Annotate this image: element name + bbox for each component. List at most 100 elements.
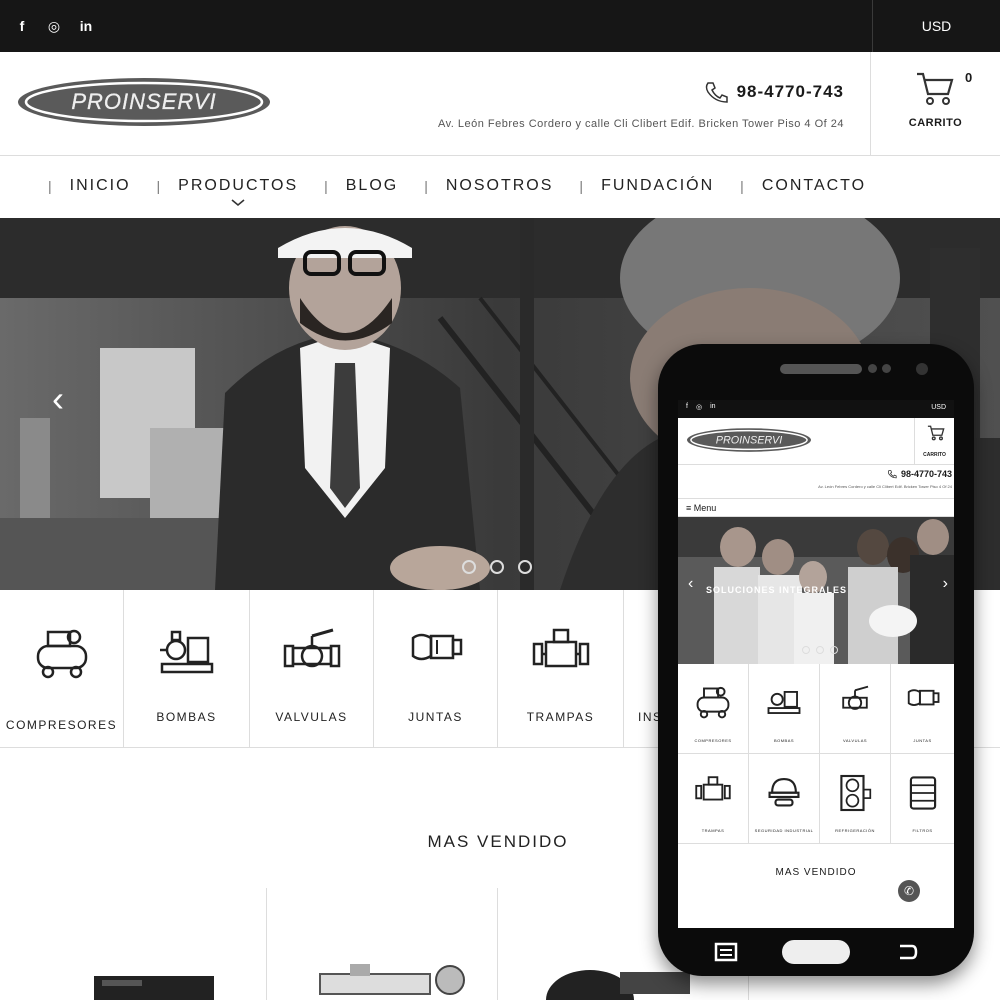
valve-icon: [842, 685, 869, 710]
category-trampas[interactable]: TRAMPAS: [498, 590, 624, 748]
mobile-category-filtros[interactable]: FILTROS: [891, 754, 954, 844]
logo-text: PROINSERVI: [71, 89, 216, 114]
compressor-icon: [36, 629, 87, 679]
category-compresores[interactable]: COMPRESORES: [0, 590, 124, 748]
nav-separator: |: [156, 178, 163, 194]
hero-dot[interactable]: [830, 646, 838, 654]
category-label[interactable]: TRAMPAS: [498, 710, 623, 724]
cart-icon: [927, 425, 945, 441]
mobile-cart-button[interactable]: CARRITO: [914, 418, 954, 465]
category-juntas[interactable]: JUNTAS: [374, 590, 498, 748]
product-image[interactable]: [92, 972, 216, 1000]
phone-number[interactable]: 98-4770-743: [703, 80, 844, 104]
mobile-category-label[interactable]: SEGURIDAD INDUSTRIAL: [749, 828, 819, 833]
instagram-icon[interactable]: ◎: [696, 403, 702, 411]
nav-item-fundacion[interactable]: | FUNDACIÓN: [573, 177, 734, 195]
category-label[interactable]: VALVULAS: [250, 710, 373, 724]
mobile-currency[interactable]: USD: [931, 404, 946, 411]
mobile-category-juntas[interactable]: JUNTAS: [891, 664, 954, 754]
mobile-category-seguridad[interactable]: SEGURIDAD INDUSTRIAL: [749, 754, 820, 844]
nav-item-contacto[interactable]: | CONTACTO: [734, 177, 886, 195]
phone-text[interactable]: 98-4770-743: [737, 82, 844, 102]
nav-item-blog[interactable]: | BLOG: [318, 177, 418, 195]
hero-prev-arrow[interactable]: ‹: [52, 378, 64, 420]
mobile-cart-label[interactable]: CARRITO: [915, 452, 954, 458]
facebook-icon[interactable]: f: [686, 403, 688, 411]
home-button[interactable]: [782, 940, 850, 964]
currency-selector[interactable]: USD: [872, 0, 1000, 52]
mobile-category-label[interactable]: FILTROS: [891, 828, 954, 833]
back-icon[interactable]: [896, 942, 918, 962]
nav-label[interactable]: NOSOTROS: [446, 177, 554, 195]
mobile-logo-text: PROINSERVI: [716, 434, 783, 446]
recent-apps-icon[interactable]: [714, 942, 738, 962]
safety-helmet-icon: [768, 778, 800, 807]
cart-label[interactable]: CARRITO: [871, 117, 1000, 129]
nav-separator: |: [48, 178, 54, 194]
trap-icon: [695, 776, 731, 801]
mobile-logo[interactable]: PROINSERVI: [686, 426, 812, 454]
mobile-category-label[interactable]: COMPRESORES: [678, 738, 748, 743]
phone-speaker: [780, 364, 862, 374]
cart-count: 0: [965, 70, 973, 85]
hero-dot[interactable]: [518, 560, 532, 574]
mobile-category-label[interactable]: REFRIGERACIÓN: [820, 828, 890, 833]
mobile-category-compresores[interactable]: COMPRESORES: [678, 664, 749, 754]
mobile-category-label[interactable]: JUNTAS: [891, 738, 954, 743]
nav-separator: |: [424, 178, 430, 194]
trap-icon: [532, 628, 589, 668]
mobile-hero-slider: ‹ › SOLUCIONES INTEGRALES: [678, 517, 954, 664]
hero-dots: [462, 560, 532, 574]
social-links: f ◎ in: [14, 18, 94, 35]
nav-label[interactable]: BLOG: [346, 177, 398, 195]
category-bombas[interactable]: BOMBAS: [124, 590, 250, 748]
hero-dot[interactable]: [462, 560, 476, 574]
nav-label[interactable]: INICIO: [70, 177, 131, 195]
compressor-icon: [696, 686, 730, 719]
cart-button[interactable]: 0 CARRITO: [870, 52, 1000, 156]
cooling-fan-icon: [840, 774, 872, 812]
category-label[interactable]: COMPRESORES: [0, 718, 123, 732]
linkedin-icon[interactable]: in: [78, 18, 94, 35]
category-valvulas[interactable]: VALVULAS: [250, 590, 374, 748]
category-label[interactable]: JUNTAS: [374, 710, 497, 724]
site-logo[interactable]: PROINSERVI: [16, 76, 272, 128]
phone-icon: [705, 82, 728, 103]
mobile-section-title: MAS VENDIDO: [775, 867, 857, 878]
mobile-phone[interactable]: 98-4770-743: [887, 469, 952, 479]
mobile-menu-button[interactable]: ≡ Menu: [678, 499, 954, 517]
hero-dot[interactable]: [816, 646, 824, 654]
hero-dot[interactable]: [802, 646, 810, 654]
product-image[interactable]: [310, 956, 470, 1000]
mobile-category-refrigeracion[interactable]: REFRIGERACIÓN: [820, 754, 891, 844]
mobile-category-bombas[interactable]: BOMBAS: [749, 664, 820, 754]
nav-item-inicio[interactable]: | INICIO: [42, 177, 151, 195]
instagram-icon[interactable]: ◎: [46, 18, 62, 35]
whatsapp-icon[interactable]: ✆: [898, 880, 920, 902]
nav-label[interactable]: FUNDACIÓN: [601, 177, 714, 195]
nav-item-nosotros[interactable]: | NOSOTROS: [418, 177, 573, 195]
nav-item-productos[interactable]: | PRODUCTOS: [151, 177, 319, 207]
facebook-icon[interactable]: f: [14, 18, 30, 35]
mobile-category-label[interactable]: BOMBAS: [749, 738, 819, 743]
product-divider: [266, 888, 267, 1000]
mobile-top-bar: f ◎ in USD: [678, 400, 954, 418]
mobile-phone-text[interactable]: 98-4770-743: [901, 469, 952, 479]
top-bar: f ◎ in USD: [0, 0, 1000, 52]
chevron-down-icon[interactable]: [230, 199, 246, 207]
category-label[interactable]: BOMBAS: [124, 710, 249, 724]
nav-label-text[interactable]: PRODUCTOS: [178, 177, 298, 194]
mobile-hero-next-arrow[interactable]: ›: [943, 575, 948, 593]
mobile-category-trampas[interactable]: TRAMPAS: [678, 754, 749, 844]
mobile-category-valvulas[interactable]: VALVULAS: [820, 664, 891, 754]
pump-icon: [159, 630, 213, 674]
mobile-category-label[interactable]: TRAMPAS: [678, 828, 748, 833]
currency-label[interactable]: USD: [873, 18, 1000, 34]
nav-label[interactable]: CONTACTO: [762, 177, 866, 195]
hero-dot[interactable]: [490, 560, 504, 574]
mobile-category-label[interactable]: VALVULAS: [820, 738, 890, 743]
mobile-social-links: f ◎ in: [686, 403, 716, 411]
linkedin-icon[interactable]: in: [710, 403, 715, 411]
nav-label[interactable]: PRODUCTOS: [178, 177, 298, 207]
mobile-hero-prev-arrow[interactable]: ‹: [688, 575, 693, 593]
